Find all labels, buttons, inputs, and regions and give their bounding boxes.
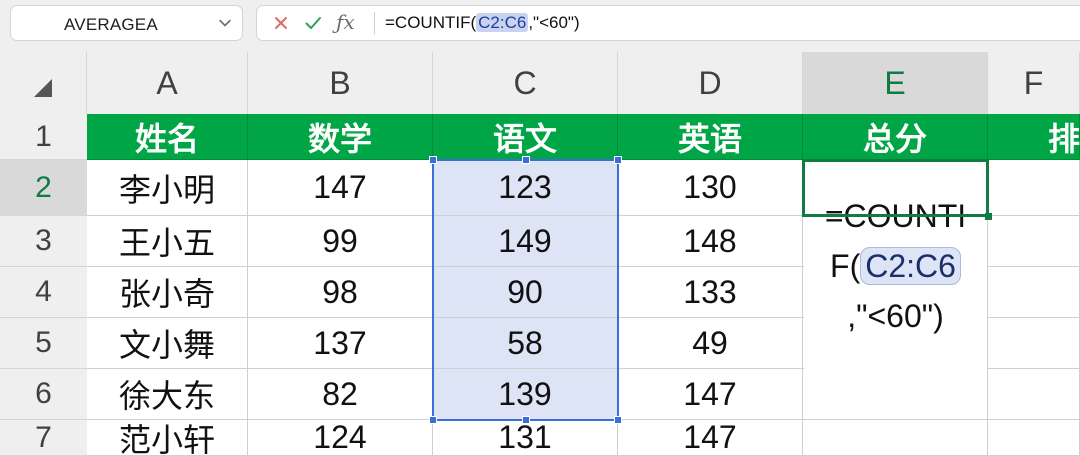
edit-func-prefix: F(	[830, 248, 861, 284]
header-cell[interactable]: 总分	[803, 114, 988, 160]
table-cell[interactable]: 147	[248, 160, 433, 216]
table-cell[interactable]: 王小五	[87, 216, 248, 267]
column-header-a[interactable]: A	[87, 52, 248, 114]
column-header-b[interactable]: B	[248, 52, 433, 114]
table-cell[interactable]	[988, 318, 1080, 369]
fill-handle[interactable]	[985, 213, 992, 220]
edit-line-1: =COUNTI	[824, 198, 967, 234]
table-cell[interactable]: 99	[248, 216, 433, 267]
table-cell[interactable]: 130	[618, 160, 803, 216]
cell-edit-box[interactable]: =COUNTI F(C2:C6 ,"<60")	[804, 161, 987, 419]
table-cell[interactable]: 149	[433, 216, 618, 267]
column-header-d[interactable]: D	[618, 52, 803, 114]
column-header-f[interactable]: F	[988, 52, 1080, 114]
range-resize-handle[interactable]	[429, 156, 437, 164]
confirm-check-icon[interactable]	[303, 13, 323, 33]
row-header-1[interactable]: 1	[0, 114, 87, 160]
formula-prefix: =COUNTIF(	[385, 13, 477, 32]
row-header-7[interactable]: 7	[0, 420, 87, 456]
header-cell[interactable]: 数学	[248, 114, 433, 160]
column-header-c[interactable]: C	[433, 52, 618, 114]
select-all-corner[interactable]	[0, 52, 87, 114]
table-cell[interactable]: 123	[433, 160, 618, 216]
formula-suffix: ,"<60")	[528, 13, 580, 32]
table-cell[interactable]: 徐大东	[87, 369, 248, 420]
range-resize-handle[interactable]	[521, 156, 530, 164]
edit-line-3: ,"<60")	[847, 298, 944, 334]
select-all-icon	[34, 79, 52, 97]
spreadsheet-grid[interactable]: A B C D E F 1 2 3 4 5 6 7 姓名 数学 语文 英语 总分排李小明 147 123 130 王小五 9…	[0, 52, 1080, 456]
insert-function-icon[interactable]: ƒx	[336, 10, 355, 34]
table-cell[interactable]: 148	[618, 216, 803, 267]
table-cell[interactable]: 139	[433, 369, 618, 420]
row-header-6[interactable]: 6	[0, 369, 87, 420]
active-cell-right-edge	[986, 159, 989, 217]
column-header-e[interactable]: E	[803, 52, 988, 114]
table-cell[interactable]: 李小明	[87, 160, 248, 216]
formula-text[interactable]: =COUNTIF(C2:C6 ,"<60")	[385, 13, 580, 33]
table-cell[interactable]	[988, 216, 1080, 267]
table-cell[interactable]	[988, 267, 1080, 318]
name-box[interactable]: AVERAGEA	[10, 5, 243, 41]
table-cell[interactable]: 137	[248, 318, 433, 369]
table-cell[interactable]: 49	[618, 318, 803, 369]
edit-range-ref[interactable]: C2:C6	[860, 247, 961, 285]
table-cell[interactable]: 124	[248, 419, 433, 456]
table-cell[interactable]	[988, 160, 1080, 216]
table-cell[interactable]: 147	[618, 419, 803, 456]
name-box-value: AVERAGEA	[64, 15, 158, 34]
edit-line-2: F(C2:C6	[804, 241, 987, 291]
table-cell[interactable]: 98	[248, 267, 433, 318]
table-cell[interactable]: 张小奇	[87, 267, 248, 318]
range-resize-handle[interactable]	[614, 156, 622, 164]
table-cell[interactable]: 范小轩	[87, 420, 248, 456]
table-cell[interactable]: 133	[618, 267, 803, 318]
row-header-3[interactable]: 3	[0, 216, 87, 267]
table-cell[interactable]: 131	[433, 419, 618, 456]
table-cell[interactable]	[988, 420, 1080, 456]
header-cell[interactable]: 姓名	[87, 114, 248, 160]
row-header-5[interactable]: 5	[0, 318, 87, 369]
chevron-down-icon[interactable]	[218, 16, 232, 30]
table-cell[interactable]: 147	[618, 369, 803, 420]
range-resize-handle[interactable]	[614, 416, 622, 424]
header-cell[interactable]: 语文	[433, 114, 618, 160]
header-cell[interactable]: 英语	[618, 114, 803, 160]
table-cell[interactable]: 58	[433, 318, 618, 369]
table-cell[interactable]: 82	[248, 369, 433, 420]
table-cell[interactable]: 90	[433, 267, 618, 318]
cancel-icon[interactable]	[271, 13, 291, 33]
table-cell[interactable]: 文小舞	[87, 318, 248, 369]
row-header-4[interactable]: 4	[0, 267, 87, 318]
formula-bar[interactable]: ƒx =COUNTIF(C2:C6 ,"<60")	[256, 5, 1080, 41]
formula-separator	[374, 12, 375, 34]
range-resize-handle[interactable]	[429, 416, 437, 424]
row-header-2[interactable]: 2	[0, 160, 87, 216]
header-cell[interactable]: 排	[988, 114, 1080, 160]
table-cell[interactable]	[988, 369, 1080, 420]
table-cell[interactable]	[803, 420, 988, 456]
range-resize-handle[interactable]	[521, 416, 530, 424]
formula-toolbar: AVERAGEA ƒx =COUNTIF(C2:C6 ,"<60")	[0, 0, 1080, 52]
formula-range-ref: C2:C6	[476, 13, 529, 32]
